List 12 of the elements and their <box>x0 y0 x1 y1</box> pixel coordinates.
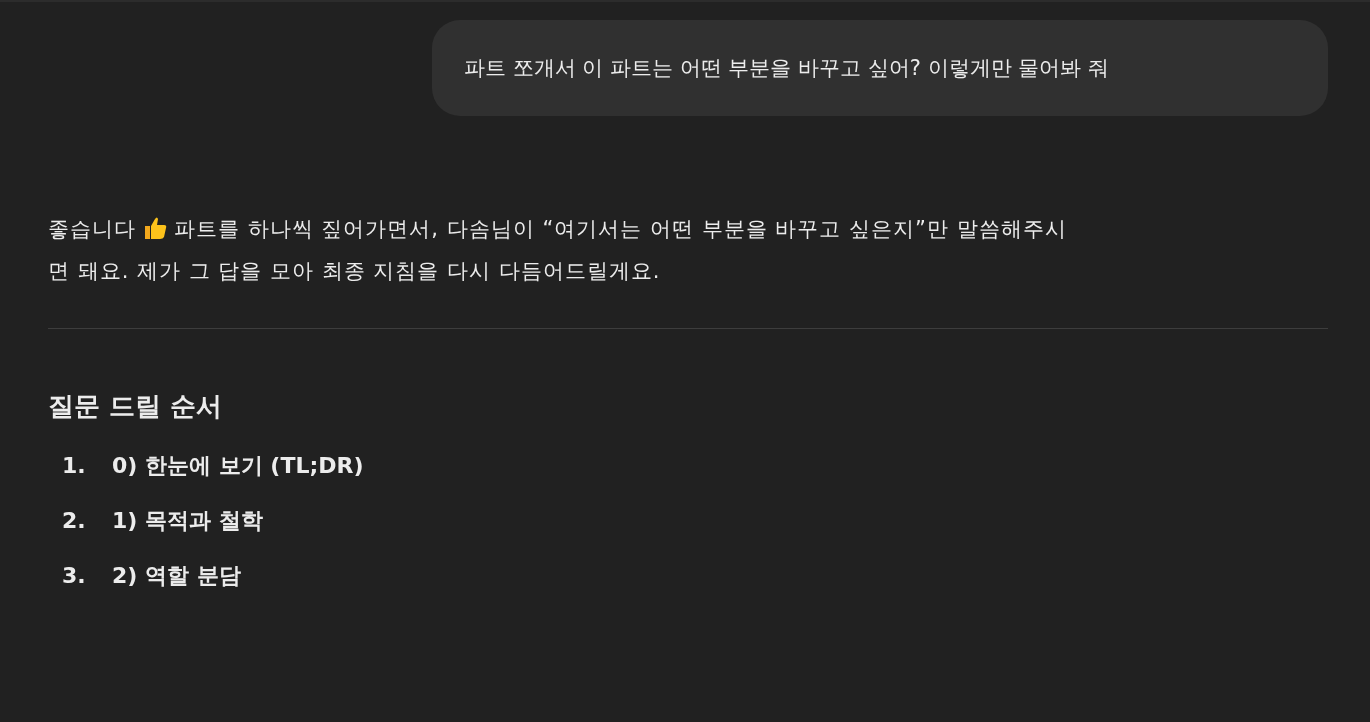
list-item-text: 0) 한눈에 보기 (TL;DR) <box>112 452 364 480</box>
message-text: 면 돼요. 제가 그 답을 모아 최종 지침을 다시 다듬어드릴게요. <box>48 259 661 283</box>
message-text: 파트를 하나씩 짚어가면서, 다솜님이 “여기서는 어떤 부분을 바꾸고 싶은지”만 말씀해주시 <box>174 217 1067 241</box>
user-message-bubble: 파트 쪼개서 이 파트는 어떤 부분을 바꾸고 싶어? 이렇게만 물어봐 줘 <box>432 20 1328 116</box>
list-number: 3. <box>61 562 87 590</box>
list-number: 2. <box>61 507 87 535</box>
list-number: 1. <box>61 452 87 480</box>
message-text: 좋습니다 <box>48 217 136 241</box>
list-item-text: 1) 목적과 철학 <box>112 507 263 535</box>
list-item-text: 2) 역할 분담 <box>112 562 241 590</box>
section-heading: 질문 드릴 순서 <box>48 390 224 423</box>
thumbs-up-icon <box>142 215 168 241</box>
